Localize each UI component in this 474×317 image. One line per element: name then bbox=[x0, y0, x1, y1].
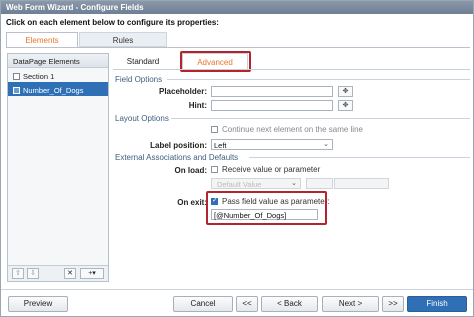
footer-divider bbox=[1, 289, 473, 290]
hint-input[interactable] bbox=[211, 100, 333, 111]
section-divider bbox=[167, 79, 470, 80]
receive-value-row: Receive value or parameter bbox=[211, 165, 320, 174]
move-down-button[interactable]: ⇩ bbox=[27, 268, 39, 279]
continue-same-line-label: Continue next element on the same line bbox=[222, 125, 363, 134]
placeholder-picker-button[interactable]: ✥ bbox=[338, 86, 353, 97]
tab-rules[interactable]: Rules bbox=[79, 32, 167, 47]
continue-same-line-checkbox[interactable] bbox=[211, 126, 218, 133]
chevron-down-icon: ⌄ bbox=[323, 141, 329, 148]
datapage-elements-panel: DataPage Elements Section 1 Number_Of_Do… bbox=[7, 53, 109, 282]
label-position-select[interactable]: Left ⌄ bbox=[211, 139, 333, 150]
element-item-label: Number_Of_Dogs bbox=[23, 86, 84, 95]
hint-label: Hint: bbox=[188, 101, 207, 110]
placeholder-label: Placeholder: bbox=[158, 87, 207, 96]
section-external-associations: External Associations and Defaults bbox=[115, 153, 239, 162]
cancel-button[interactable]: Cancel bbox=[173, 296, 233, 312]
placeholder-input[interactable] bbox=[211, 86, 333, 97]
chevron-down-icon: ⌄ bbox=[291, 180, 297, 187]
finish-button[interactable]: Finish bbox=[407, 296, 467, 312]
label-position-value: Left bbox=[214, 141, 227, 150]
section-icon bbox=[13, 73, 20, 80]
next-button[interactable]: Next > bbox=[322, 296, 379, 312]
panel-toolbar: ⇧ ⇩ ✕ +▾ bbox=[8, 265, 108, 281]
receive-value-label: Receive value or parameter bbox=[222, 165, 321, 174]
tab-standard[interactable]: Standard bbox=[113, 53, 173, 69]
hint-picker-button[interactable]: ✥ bbox=[338, 100, 353, 111]
section-divider bbox=[249, 157, 470, 158]
panel-header: DataPage Elements bbox=[8, 54, 108, 68]
on-load-label: On load: bbox=[174, 166, 207, 175]
section-layout-options: Layout Options bbox=[115, 114, 169, 123]
element-item-label: Section 1 bbox=[23, 72, 55, 81]
default-value-input[interactable] bbox=[306, 178, 333, 189]
default-value-text: Default Value bbox=[217, 180, 262, 189]
tab-elements[interactable]: Elements bbox=[6, 32, 78, 47]
field-icon bbox=[13, 87, 20, 94]
preview-button[interactable]: Preview bbox=[8, 296, 68, 312]
tab-divider bbox=[6, 47, 470, 48]
delete-button[interactable]: ✕ bbox=[64, 268, 76, 279]
first-step-button[interactable]: << bbox=[236, 296, 258, 312]
highlight-box-on-exit bbox=[206, 191, 327, 225]
wizard-window: Web Form Wizard - Configure Fields Click… bbox=[0, 0, 474, 317]
continue-same-line-row: Continue next element on the same line bbox=[211, 125, 363, 134]
window-title: Web Form Wizard - Configure Fields bbox=[1, 1, 473, 14]
add-element-button[interactable]: +▾ bbox=[80, 268, 104, 279]
label-position-label: Label position: bbox=[150, 141, 207, 150]
on-exit-label: On exit: bbox=[177, 198, 207, 207]
element-item-number-of-dogs[interactable]: Number_Of_Dogs bbox=[8, 82, 108, 96]
move-up-button[interactable]: ⇧ bbox=[12, 268, 24, 279]
instructions-text: Click on each element below to configure… bbox=[6, 18, 219, 27]
back-button[interactable]: < Back bbox=[261, 296, 318, 312]
default-value-extra-input[interactable] bbox=[334, 178, 389, 189]
receive-value-checkbox[interactable] bbox=[211, 166, 218, 173]
default-value-select[interactable]: Default Value ⌄ bbox=[211, 178, 301, 189]
last-step-button[interactable]: >> bbox=[382, 296, 404, 312]
subtab-divider bbox=[113, 69, 470, 70]
element-item-section-1[interactable]: Section 1 bbox=[8, 68, 108, 82]
section-field-options: Field Options bbox=[115, 75, 163, 84]
section-divider bbox=[171, 118, 470, 119]
